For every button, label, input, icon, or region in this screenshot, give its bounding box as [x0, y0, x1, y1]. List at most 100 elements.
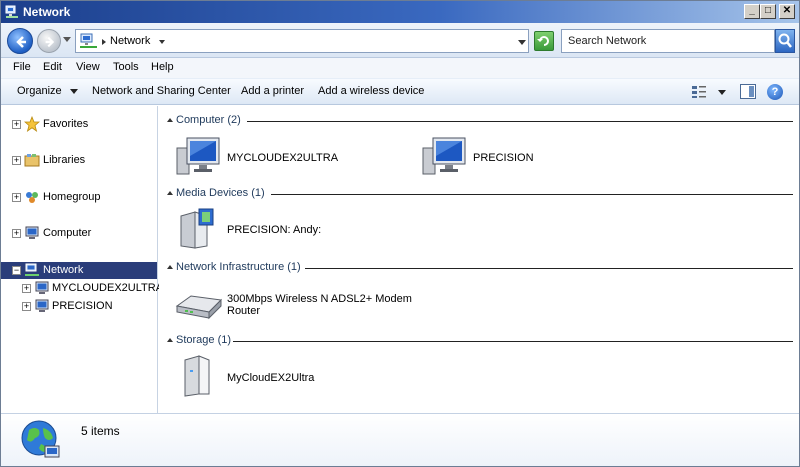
add-printer-button[interactable]: Add a printer [241, 85, 304, 97]
network-item-media-device[interactable]: PRECISION: Andy: [175, 206, 395, 250]
expand-icon[interactable]: + [12, 156, 21, 165]
menu-view[interactable]: View [76, 61, 100, 73]
search-input[interactable]: Search Network [561, 29, 775, 53]
collapse-icon[interactable]: − [12, 266, 21, 275]
preview-pane-icon[interactable] [740, 84, 756, 99]
media-device-icon [180, 208, 214, 249]
command-bar: Organize Network and Sharing Center Add … [1, 78, 799, 105]
expand-icon[interactable]: + [12, 193, 21, 202]
title-bar[interactable]: Network _ □ ✕ [1, 1, 799, 23]
computer-icon [35, 299, 49, 312]
content-pane: Computer (2) MYCLOUDEX2ULTRA PRECISION M… [159, 106, 799, 413]
group-divider [305, 268, 793, 269]
network-icon [5, 5, 18, 18]
group-header-computer[interactable]: Computer (2) [165, 114, 793, 128]
menu-tools[interactable]: Tools [113, 61, 139, 73]
view-options-dropdown[interactable] [718, 90, 726, 95]
change-view-icon[interactable] [691, 85, 707, 99]
group-title: Media Devices (1) [176, 187, 271, 199]
organize-button[interactable]: Organize [17, 85, 78, 97]
nav-label: Favorites [43, 118, 89, 130]
help-icon[interactable]: ? [767, 84, 783, 100]
breadcrumb-network[interactable]: Network [110, 35, 150, 47]
explorer-window: Network _ □ ✕ Network Search Network Fil… [0, 0, 800, 467]
nav-item-favorites[interactable]: + Favorites [1, 116, 157, 133]
group-header-network-infrastructure[interactable]: Network Infrastructure (1) [165, 261, 793, 275]
computer-icon [176, 137, 220, 175]
recent-pages-dropdown[interactable] [63, 37, 71, 42]
menu-help[interactable]: Help [151, 61, 174, 73]
storage-icon [184, 355, 210, 397]
search-button[interactable] [775, 29, 795, 53]
nav-label: Homegroup [43, 191, 101, 203]
item-label: MyCloudEX2Ultra [227, 372, 315, 384]
item-label: PRECISION [473, 152, 534, 164]
router-icon [175, 295, 223, 320]
nav-item-mycloudex2ultra[interactable]: + MYCLOUDEX2ULTRA [1, 280, 163, 297]
nav-label: PRECISION [52, 300, 113, 312]
organize-label: Organize [17, 85, 62, 97]
nav-item-network[interactable]: − Network [1, 262, 157, 279]
group-title: Computer (2) [176, 114, 247, 126]
details-pane: 5 items [1, 413, 799, 466]
search-placeholder: Search Network [568, 35, 647, 47]
maximize-button[interactable]: □ [760, 4, 776, 19]
minimize-button[interactable]: _ [744, 4, 760, 19]
expand-icon[interactable]: + [12, 120, 21, 129]
refresh-button[interactable] [534, 31, 554, 51]
item-label: MYCLOUDEX2ULTRA [227, 152, 339, 164]
network-icon [25, 263, 39, 276]
network-item-mycloudex2ultra[interactable]: MYCLOUDEX2ULTRA [175, 134, 375, 178]
network-item-storage[interactable]: MyCloudEX2Ultra [175, 354, 375, 398]
item-label: 300Mbps Wireless N ADSL2+ Modem [227, 293, 412, 305]
window-title: Network [23, 5, 71, 19]
collapse-group-icon[interactable] [167, 118, 173, 122]
nav-label: MYCLOUDEX2ULTRA [52, 282, 164, 294]
item-label-line2: Router [227, 305, 261, 317]
expand-icon[interactable]: + [22, 284, 31, 293]
breadcrumb-dropdown[interactable] [159, 40, 165, 44]
network-item-precision[interactable]: PRECISION [421, 134, 581, 178]
nav-item-computer[interactable]: + Computer [1, 225, 157, 242]
add-wireless-device-button[interactable]: Add a wireless device [318, 85, 424, 97]
nav-item-libraries[interactable]: + Libraries [1, 152, 157, 169]
collapse-group-icon[interactable] [167, 265, 173, 269]
menu-edit[interactable]: Edit [43, 61, 62, 73]
expand-icon[interactable]: + [22, 302, 31, 311]
libraries-icon [24, 154, 40, 167]
collapse-group-icon[interactable] [167, 338, 173, 342]
star-icon [24, 116, 40, 132]
network-item-router[interactable]: 300Mbps Wireless N ADSL2+ Modem Router [175, 282, 455, 326]
breadcrumb-separator[interactable] [102, 39, 106, 45]
collapse-group-icon[interactable] [167, 191, 173, 195]
menu-file[interactable]: File [13, 61, 31, 73]
expand-icon[interactable]: + [12, 229, 21, 238]
item-count: 5 items [81, 424, 120, 438]
chevron-down-icon [69, 88, 78, 94]
item-label: PRECISION: Andy: [227, 224, 322, 236]
group-header-storage[interactable]: Storage (1) [165, 334, 793, 348]
search-icon [778, 33, 792, 48]
group-divider [271, 194, 793, 195]
address-history-dropdown[interactable] [518, 40, 526, 45]
group-divider [233, 341, 793, 342]
nav-item-homegroup[interactable]: + Homegroup [1, 189, 157, 206]
group-title: Network Infrastructure (1) [176, 261, 307, 273]
nav-item-precision[interactable]: + PRECISION [1, 298, 157, 315]
group-header-media-devices[interactable]: Media Devices (1) [165, 187, 793, 201]
nav-label: Network [43, 264, 84, 276]
close-button[interactable]: ✕ [779, 4, 795, 19]
network-globe-icon [21, 420, 60, 458]
arrow-right-icon [45, 36, 55, 48]
forward-button[interactable] [37, 29, 61, 53]
back-button[interactable] [7, 28, 33, 54]
network-sharing-center-button[interactable]: Network and Sharing Center [92, 85, 231, 97]
menu-bar: File Edit View Tools Help [1, 58, 799, 78]
address-bar[interactable]: Network [75, 29, 529, 53]
group-title: Storage (1) [176, 334, 238, 346]
computer-icon [422, 137, 466, 175]
homegroup-icon [26, 192, 38, 203]
address-row: Network Search Network [1, 23, 799, 58]
computer-icon [35, 281, 49, 294]
network-icon [80, 33, 97, 48]
